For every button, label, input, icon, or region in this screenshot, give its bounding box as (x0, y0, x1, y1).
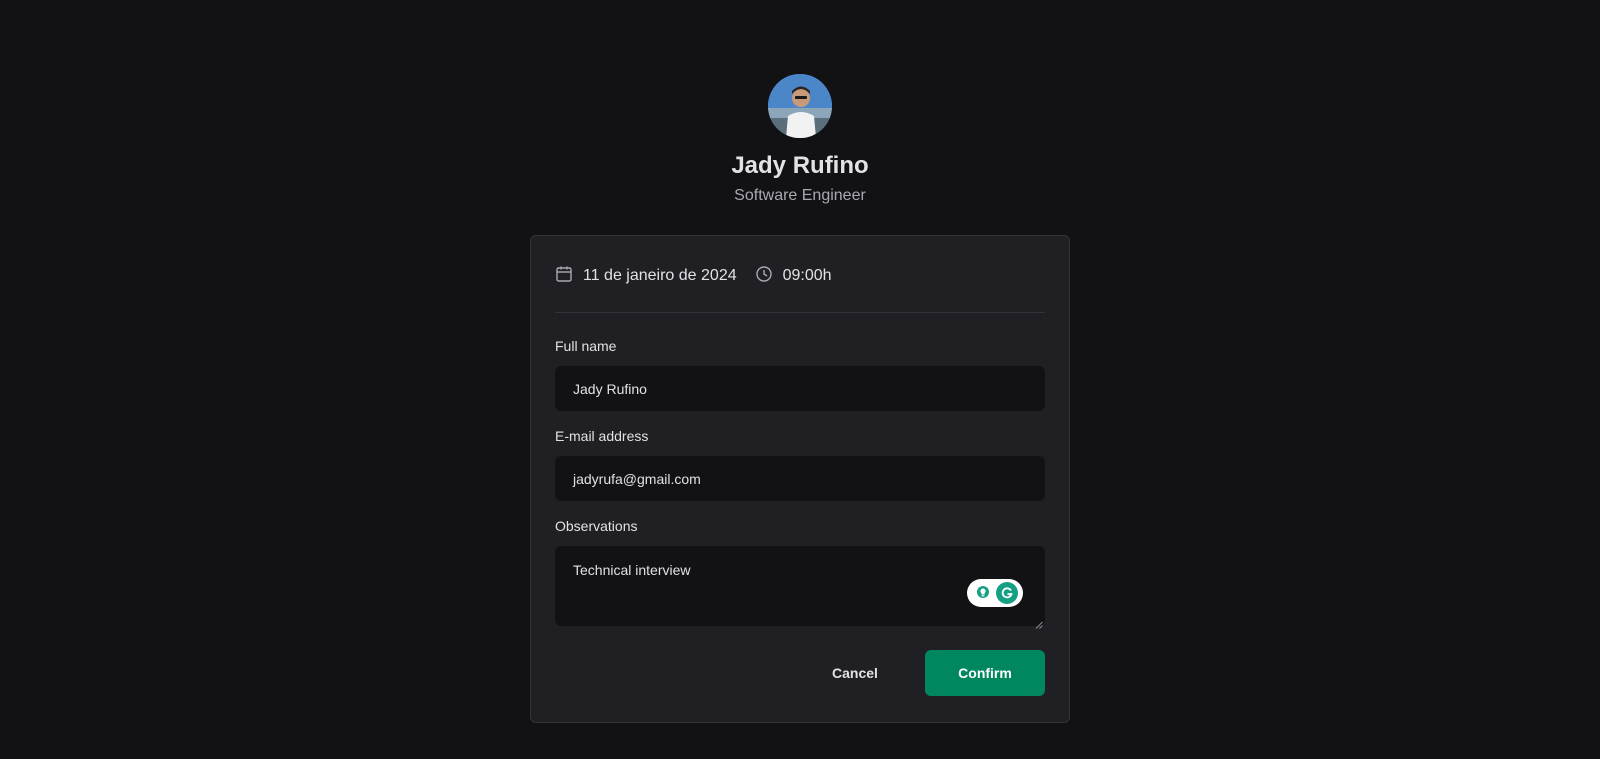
confirm-button[interactable]: Confirm (925, 650, 1045, 696)
calendar-icon (555, 265, 583, 288)
schedule-date: 11 de janeiro de 2024 (555, 265, 737, 288)
observations-textarea[interactable]: Technical interview (555, 546, 1045, 629)
profile-header: Jady Rufino Software Engineer (0, 74, 1600, 206)
schedule-summary: 11 de janeiro de 2024 09:00h (555, 264, 1045, 288)
profile-role: Software Engineer (734, 187, 866, 204)
email-field: E-mail address jadyrufa@gmail.com (555, 427, 1045, 501)
resize-handle-icon[interactable] (1035, 616, 1043, 629)
booking-page: Jady Rufino Software Engineer 11 de jane… (0, 0, 1600, 759)
full-name-field: Full name Jady Rufino (555, 337, 1045, 411)
grammar-assistant-widget[interactable] (967, 579, 1023, 607)
observations-text: Technical interview (573, 562, 691, 578)
full-name-input[interactable]: Jady Rufino (555, 366, 1045, 411)
email-input[interactable]: jadyrufa@gmail.com (555, 456, 1045, 501)
divider (555, 312, 1045, 313)
avatar (768, 74, 832, 138)
full-name-label: Full name (555, 338, 617, 354)
lightbulb-icon[interactable] (972, 582, 994, 604)
form-actions: Cancel Confirm (555, 650, 1045, 696)
observations-label: Observations (555, 518, 638, 534)
clock-icon (755, 265, 783, 288)
email-label: E-mail address (555, 428, 649, 444)
cancel-button[interactable]: Cancel (805, 650, 905, 696)
schedule-time-text: 09:00h (782, 267, 832, 284)
profile-name: Jady Rufino (731, 152, 869, 179)
grammar-assistant-icon[interactable] (996, 582, 1018, 604)
schedule-date-text: 11 de janeiro de 2024 (583, 267, 737, 284)
booking-card: 11 de janeiro de 2024 09:00h Full name J… (530, 235, 1070, 723)
schedule-time: 09:00h (755, 265, 832, 288)
observations-field: Observations Technical interview (555, 517, 1045, 629)
